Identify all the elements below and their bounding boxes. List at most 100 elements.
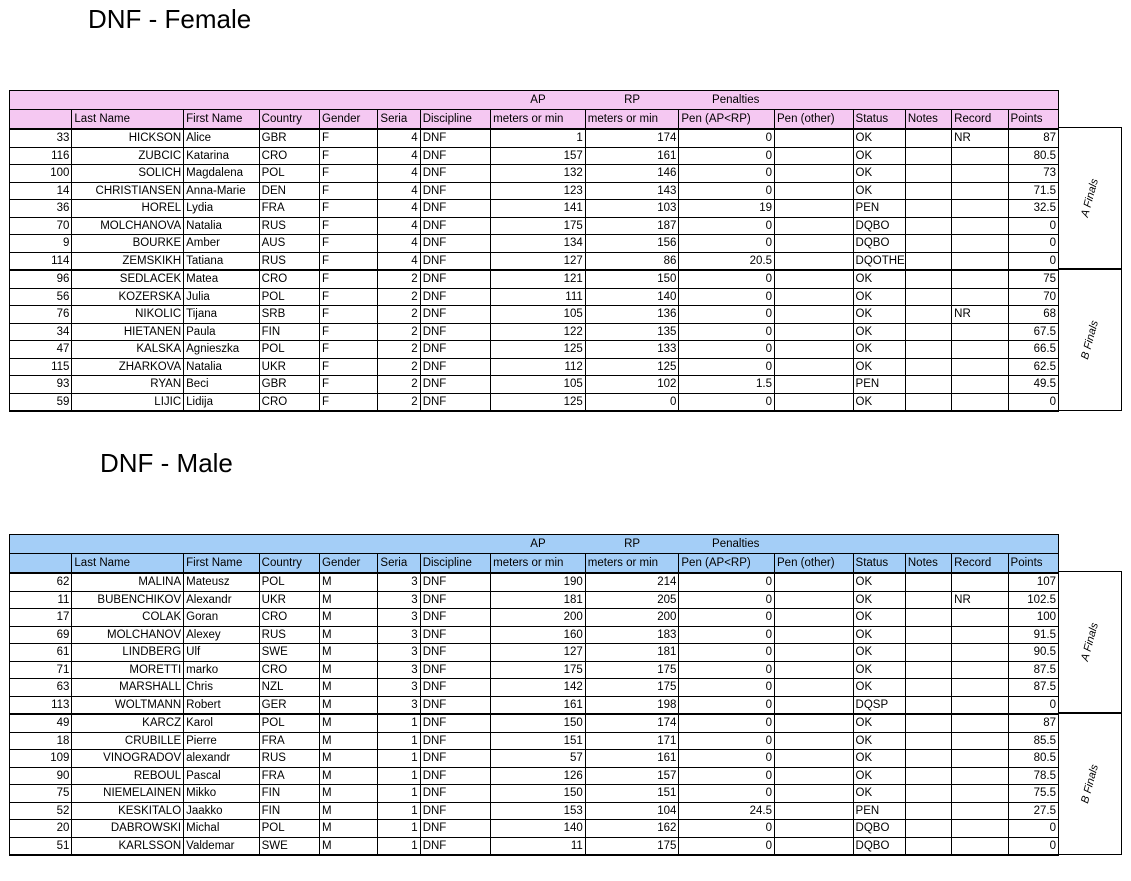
column-header-notes: Notes: [904, 109, 953, 130]
cell-pen-ap-rp: 24.5: [678, 801, 776, 820]
cell-rp-meters: 161: [584, 749, 680, 768]
cell-pen-ap-rp: 0: [678, 234, 776, 253]
cell-points: 0: [1007, 392, 1060, 412]
cell-country: RUS: [258, 216, 321, 235]
cell-ap-meters: 150: [490, 713, 586, 733]
cell-rp-meters: 125: [584, 357, 680, 376]
cell-notes: [904, 392, 953, 412]
cell-pen-other: [774, 643, 854, 662]
cell-ap-meters: 150: [490, 784, 586, 803]
column-header-pen-other: Pen (other): [774, 109, 854, 130]
group-label: A Finals: [1079, 177, 1101, 219]
table-row: 113 WOLTMANN Robert GER M 3 DNF 161 198 0 DQSP 0: [8, 695, 1060, 715]
cell-record: [951, 234, 1009, 253]
cell-pen-ap-rp: 0: [678, 749, 776, 768]
cell-country: FRA: [258, 199, 321, 218]
cell-points: 91.5: [1007, 625, 1060, 644]
header-blank-cell: [183, 90, 260, 110]
cell-pen-other: [774, 269, 854, 289]
table-row: 96 SEDLACEK Matea CRO F 2 DNF 121 150 0 OK 75: [8, 269, 1060, 289]
cell-discipline: DNF: [419, 713, 492, 733]
cell-last-name: MALINA: [71, 572, 185, 592]
cell-gender: F: [319, 375, 379, 394]
cell-record: [951, 784, 1009, 803]
cell-pen-other: [774, 322, 854, 341]
cell-record: [951, 375, 1009, 394]
cell-points: 66.5: [1007, 340, 1060, 359]
header-ap: AP: [490, 90, 586, 110]
cell-discipline: DNF: [419, 766, 492, 785]
cell-seria: 3: [377, 572, 421, 592]
cell-ap-meters: 105: [490, 305, 586, 324]
table-row: 17 COLAK Goran CRO M 3 DNF 200 200 0 OK 100: [8, 608, 1060, 627]
cell-rp-meters: 200: [584, 608, 680, 627]
cell-status: OK: [852, 146, 906, 165]
cell-pen-other: [774, 608, 854, 627]
cell-status: OK: [852, 164, 906, 183]
cell-pen-ap-rp: 0: [678, 625, 776, 644]
cell-bib: 96: [8, 269, 73, 289]
cell-record: [951, 164, 1009, 183]
cell-status: OK: [852, 340, 906, 359]
cell-seria: 2: [377, 287, 421, 306]
cell-status: OK: [852, 392, 906, 412]
cell-last-name: CHRISTIANSEN: [71, 181, 185, 200]
cell-gender: M: [319, 608, 379, 627]
cell-bib: 36: [8, 199, 73, 218]
column-header-ap-meters: meters or min: [490, 553, 586, 574]
cell-bib: 59: [8, 392, 73, 412]
cell-rp-meters: 135: [584, 322, 680, 341]
cell-ap-meters: 141: [490, 199, 586, 218]
cell-last-name: KARLSSON: [71, 836, 185, 856]
cell-pen-other: [774, 766, 854, 785]
cell-discipline: DNF: [419, 164, 492, 183]
table-row: 36 HOREL Lydia FRA F 4 DNF 141 103 19 PEN 32.5: [8, 199, 1060, 218]
cell-record: [951, 322, 1009, 341]
cell-first-name: Magdalena: [183, 164, 260, 183]
column-header-gender: Gender: [319, 553, 379, 574]
cell-pen-ap-rp: 19: [678, 199, 776, 218]
cell-pen-other: [774, 146, 854, 165]
cell-bib: 20: [8, 819, 73, 838]
cell-last-name: WOLTMANN: [71, 695, 185, 715]
cell-bib: 109: [8, 749, 73, 768]
cell-seria: 4: [377, 216, 421, 235]
cell-first-name: Tijana: [183, 305, 260, 324]
cell-status: OK: [852, 784, 906, 803]
cell-gender: F: [319, 357, 379, 376]
cell-points: 87.5: [1007, 678, 1060, 697]
cell-pen-ap-rp: 0: [678, 731, 776, 750]
cell-notes: [904, 128, 953, 148]
header-blank-cell: [377, 90, 421, 110]
cell-rp-meters: 156: [584, 234, 680, 253]
column-header-ap-meters: meters or min: [490, 109, 586, 130]
cell-bib: 69: [8, 625, 73, 644]
cell-notes: [904, 572, 953, 592]
header-blank-cell: [853, 90, 906, 110]
cell-discipline: DNF: [419, 128, 492, 148]
cell-country: NZL: [258, 678, 321, 697]
cell-last-name: HOREL: [71, 199, 185, 218]
cell-pen-other: [774, 216, 854, 235]
header-blank-cell: [420, 534, 491, 554]
cell-rp-meters: 183: [584, 625, 680, 644]
cell-ap-meters: 181: [490, 590, 586, 609]
cell-gender: M: [319, 801, 379, 820]
cell-notes: [904, 357, 953, 376]
cell-seria: 1: [377, 819, 421, 838]
cell-bib: 17: [8, 608, 73, 627]
cell-bib: 9: [8, 234, 73, 253]
cell-record: [951, 713, 1009, 733]
table-row: 59 LIJIC Lidija CRO F 2 DNF 125 0 0 OK 0: [8, 392, 1060, 412]
cell-country: AUS: [258, 234, 321, 253]
cell-country: DEN: [258, 181, 321, 200]
cell-notes: [904, 305, 953, 324]
cell-notes: [904, 181, 953, 200]
cell-gender: M: [319, 713, 379, 733]
cell-record: [951, 392, 1009, 412]
cell-ap-meters: 123: [490, 181, 586, 200]
header-group-row: AP RP Penalties: [8, 534, 1060, 554]
cell-record: [951, 216, 1009, 235]
cell-status: OK: [852, 608, 906, 627]
cell-pen-other: [774, 128, 854, 148]
